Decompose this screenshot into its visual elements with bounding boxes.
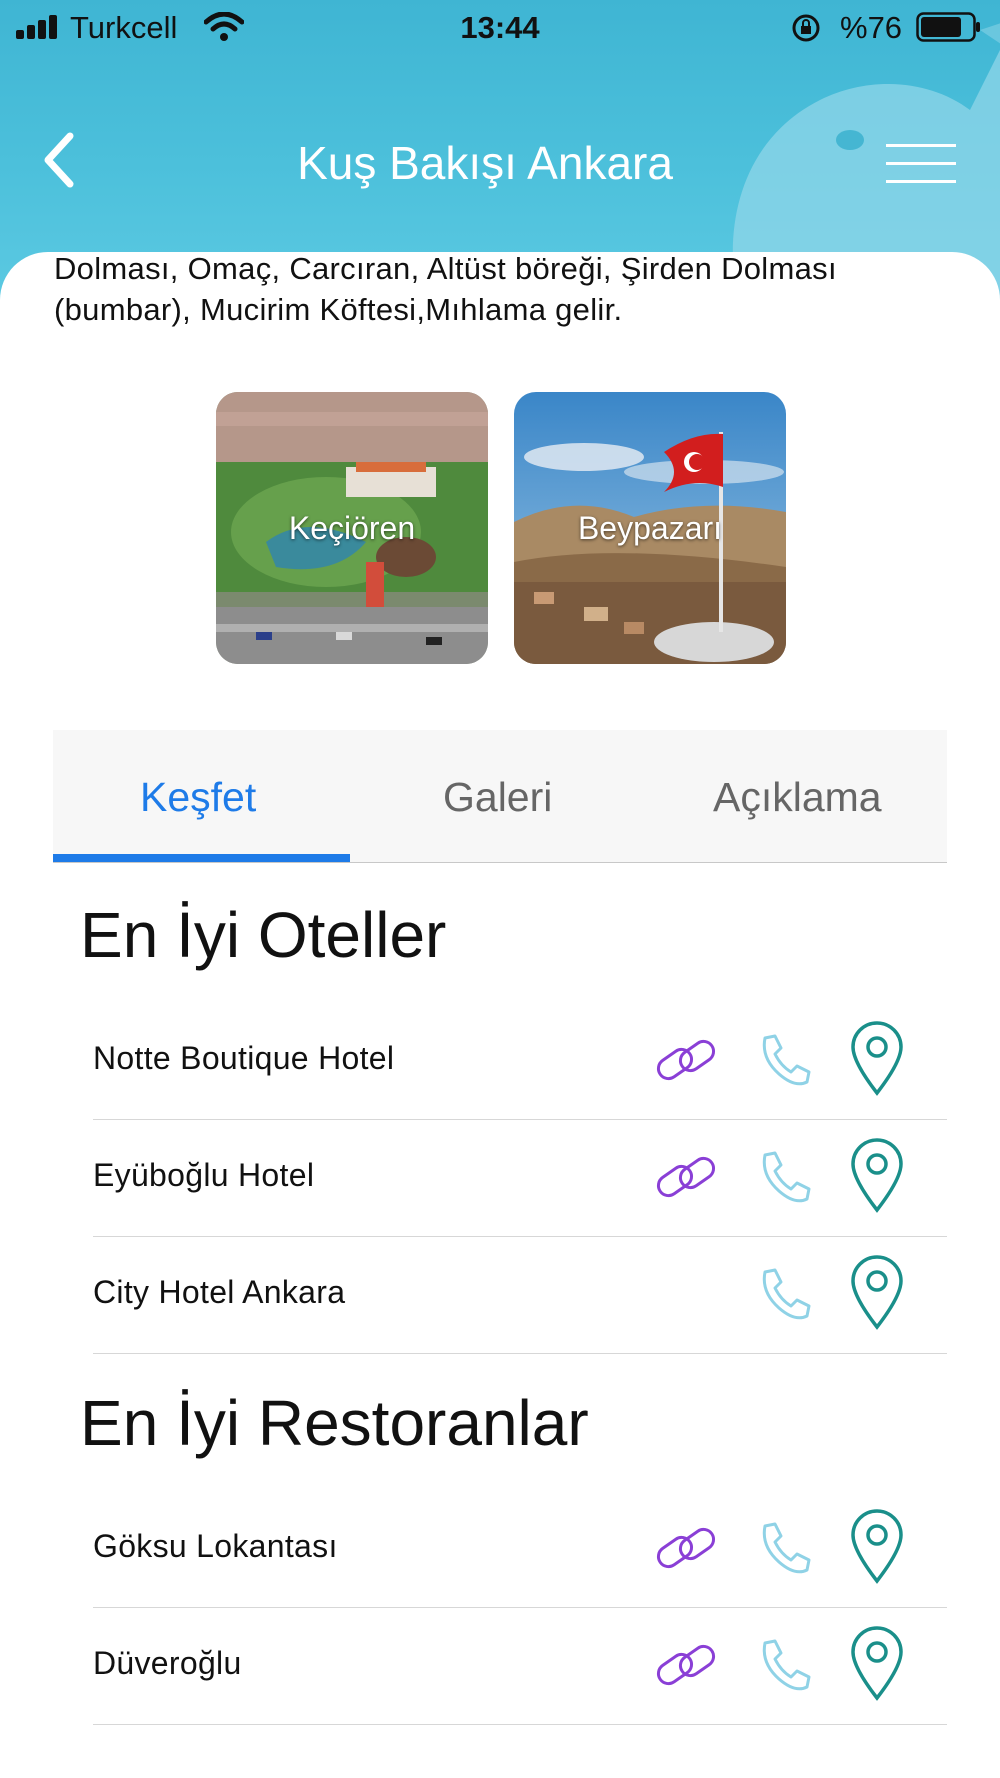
list-item[interactable]: Eyüboğlu Hotel (93, 1119, 947, 1237)
list-item[interactable]: Göksu Lokantası (93, 1490, 947, 1608)
location-pin-icon[interactable] (849, 1137, 905, 1213)
phone-icon[interactable] (755, 1264, 815, 1324)
place-name: City Hotel Ankara (93, 1274, 346, 1310)
location-pin-icon[interactable] (849, 1254, 905, 1330)
status-bar: Turkcell 13:44 %76 (0, 0, 1000, 56)
phone-icon[interactable] (755, 1147, 815, 1207)
link-icon[interactable] (653, 1633, 719, 1699)
section-title-hotels: En İyi Oteller (80, 899, 447, 971)
phone-icon[interactable] (755, 1518, 815, 1578)
location-pin-icon[interactable] (849, 1625, 905, 1701)
tab-kesfet[interactable]: Keşfet (140, 774, 256, 821)
tab-galeri[interactable]: Galeri (443, 774, 552, 821)
battery-percentage: %76 (840, 10, 903, 45)
navigation-bar: Kuş Bakışı Ankara (0, 110, 1000, 210)
card-label: Beypazarı (577, 510, 723, 546)
phone-icon[interactable] (755, 1030, 815, 1090)
tab-aciklama[interactable]: Açıklama (713, 774, 882, 821)
card-label: Keçiören (288, 510, 416, 546)
page-title: Kuş Bakışı Ankara (297, 137, 673, 189)
link-icon[interactable] (653, 1516, 719, 1582)
district-cards: Keçiören Beypazarı (0, 392, 1000, 664)
description-text: Dolması, Omaç, Carcıran, Altüst böreği, … (54, 251, 837, 327)
place-name: Notte Boutique Hotel (93, 1040, 395, 1076)
active-tab-indicator (53, 854, 350, 862)
place-name: Eyüboğlu Hotel (93, 1157, 315, 1193)
tab-bar: Keşfet Galeri Açıklama (53, 730, 947, 863)
list-item[interactable]: City Hotel Ankara (93, 1236, 947, 1354)
place-name: Düveroğlu (93, 1645, 242, 1681)
location-pin-icon[interactable] (849, 1508, 905, 1584)
orientation-lock-icon (792, 14, 820, 42)
place-name: Göksu Lokantası (93, 1528, 338, 1564)
location-pin-icon[interactable] (849, 1020, 905, 1096)
battery-icon (916, 12, 980, 42)
card-beypazari[interactable]: Beypazarı (514, 392, 786, 664)
section-title-restaurants: En İyi Restoranlar (80, 1387, 589, 1459)
link-icon[interactable] (653, 1145, 719, 1211)
link-icon[interactable] (653, 1028, 719, 1094)
phone-icon[interactable] (755, 1635, 815, 1695)
card-kecioren[interactable]: Keçiören (216, 392, 488, 664)
list-item[interactable]: Notte Boutique Hotel (93, 1002, 947, 1120)
list-item[interactable]: Düveroğlu (93, 1607, 947, 1725)
hamburger-menu-icon[interactable] (886, 144, 956, 184)
